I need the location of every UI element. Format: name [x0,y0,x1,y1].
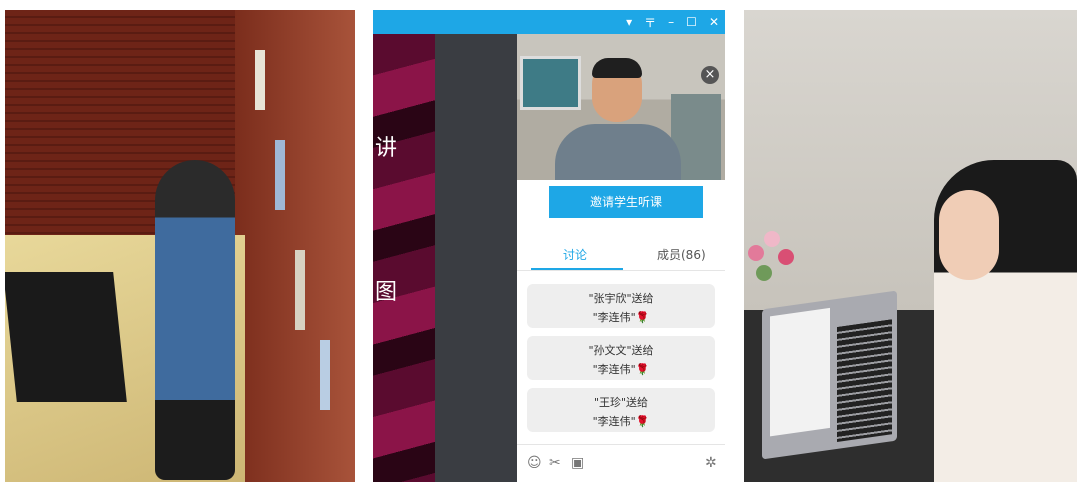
minimize-icon[interactable]: – [668,15,674,29]
gift-message: "孙文文"送给 "李连伟"🌹 [527,336,715,380]
laptop-screen [770,307,830,437]
message-recipient: "李连伟" [592,363,636,376]
rose-icon: 🌹 [635,415,650,428]
close-window-icon[interactable]: ✕ [709,15,719,29]
active-tab-indicator [531,268,623,270]
dark-panel [435,34,517,482]
laptop [5,272,127,402]
slide-text: 讲 [375,136,398,161]
wall-picture [520,56,581,110]
flower-vase [744,225,814,295]
tab-discussion[interactable]: 讨论 [563,246,587,263]
image-icon[interactable]: ▣ [571,455,584,471]
teacher [155,160,235,480]
message-recipient: "李连伟" [592,415,636,428]
close-video-icon[interactable]: × [701,66,719,84]
rose-icon: 🌹 [635,311,650,324]
message-line: "张宇欣"送给 [588,292,654,305]
message-recipient: "李连伟" [592,311,636,324]
laptop [762,290,897,460]
chat-toolbar: ☺ ✂ ▣ ✲ [517,444,725,482]
presentation-slide: 讲 图 [373,34,435,482]
video-person-hair [592,58,642,78]
emoji-icon[interactable]: ☺ [527,455,542,471]
tab-members[interactable]: 成员(86) [657,246,706,263]
message-line: "孙文文"送给 [588,344,654,357]
settings-icon[interactable]: ✲ [705,455,717,471]
gift-message: "王珍"送给 "李连伟"🌹 [527,388,715,432]
gift-message: "张宇欣"送给 "李连伟"🌹 [527,284,715,328]
slide-text: 图 [375,280,398,305]
title-bar: ▾ 〒 – ☐ ✕ [373,10,725,34]
video-person-body [555,124,681,180]
keyboard [837,319,892,442]
chat-panel: 邀请学生听课 讨论 成员(86) "张宇欣"送给 "李连伟"🌹 "孙文文"送给 … [517,180,725,482]
message-line: "王珍"送给 [593,396,649,409]
photo-teacher-at-laptop [5,10,355,482]
teacher-video-feed: × [517,34,725,180]
live-class-window: ▾ 〒 – ☐ ✕ 讲 图 × 邀请学生听课 讨论 成员(86) "张宇欣"送给… [373,10,725,482]
maximize-icon[interactable]: ☐ [686,15,697,29]
scissors-icon[interactable]: ✂ [549,455,561,471]
bookshelf [235,10,355,482]
chat-tabs: 讨论 成员(86) [517,236,725,271]
pin-icon[interactable]: 〒 [644,14,656,31]
dropdown-icon[interactable]: ▾ [626,15,632,29]
rose-icon: 🌹 [635,363,650,376]
invite-students-button[interactable]: 邀请学生听课 [549,186,703,218]
student-face [939,190,999,280]
photo-student-at-macbook [744,10,1077,482]
